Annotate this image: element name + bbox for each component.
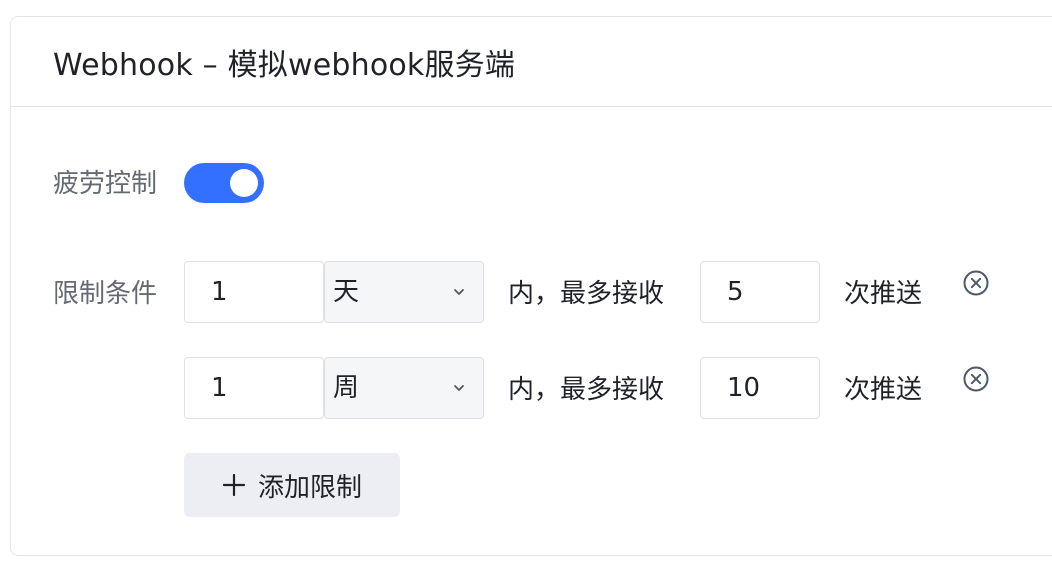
- chevron-down-icon: [454, 289, 464, 295]
- limit-period-unit-select[interactable]: 天: [324, 261, 484, 323]
- add-limit-button[interactable]: 添加限制: [184, 453, 400, 517]
- webhook-card: Webhook – 模拟webhook服务端 疲劳控制 限制条件 1 天 内，最…: [10, 16, 1052, 556]
- close-circle-icon[interactable]: [962, 365, 990, 393]
- limit-conditions-label: 限制条件: [53, 279, 158, 309]
- limit-suffix-text: 次推送: [844, 279, 923, 309]
- limit-period-unit-value: 周: [333, 373, 360, 403]
- fatigue-control-toggle[interactable]: [184, 163, 264, 203]
- limit-max-input[interactable]: 10: [700, 357, 820, 419]
- limit-suffix-text: 次推送: [844, 375, 923, 405]
- add-limit-label: 添加限制: [257, 472, 362, 503]
- limit-middle-text: 内，最多接收: [508, 375, 665, 405]
- limit-max-input[interactable]: 5: [700, 261, 820, 323]
- limit-period-unit-select[interactable]: 周: [324, 357, 484, 419]
- limit-middle-text: 内，最多接收: [508, 279, 665, 309]
- limit-period-unit-value: 天: [333, 277, 360, 307]
- chevron-down-icon: [454, 385, 464, 391]
- toggle-knob: [230, 169, 258, 197]
- card-header: Webhook – 模拟webhook服务端: [11, 17, 1052, 107]
- plus-icon: [222, 473, 246, 497]
- limit-period-count-input[interactable]: 1: [184, 261, 324, 323]
- card-title: Webhook – 模拟webhook服务端: [53, 47, 516, 83]
- limit-period-count-input[interactable]: 1: [184, 357, 324, 419]
- fatigue-control-label: 疲劳控制: [53, 169, 158, 199]
- close-circle-icon[interactable]: [962, 269, 990, 297]
